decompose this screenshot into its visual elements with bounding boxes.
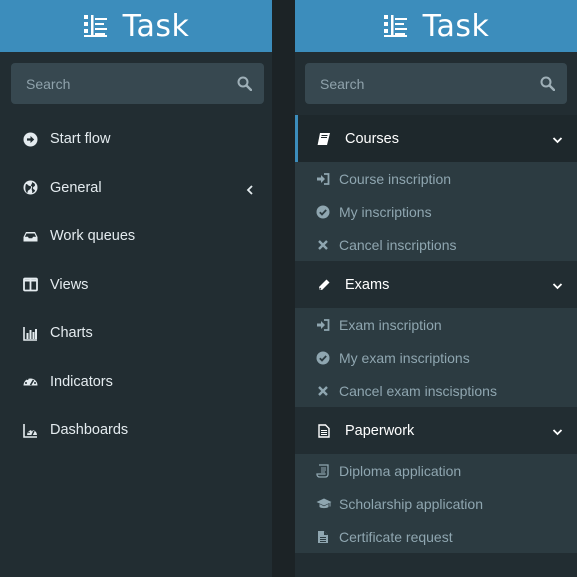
- submenu-paperwork: Diploma application Scholarship applicat…: [295, 454, 577, 553]
- submenu-item-certificate-request[interactable]: Certificate request: [295, 520, 577, 553]
- submenu-item-label: Diploma application: [339, 462, 462, 479]
- inbox-icon: [23, 229, 38, 244]
- chevron-left-icon: [245, 183, 255, 195]
- chevron-down-icon: [552, 133, 563, 144]
- submenu-exams: Exam inscription My exam inscriptions Ca…: [295, 308, 577, 407]
- left-sidebar: Task Search Start flow General Work queu…: [0, 0, 272, 577]
- check-circle-icon: [316, 351, 330, 365]
- right-sidebar: Task Search Courses Course inscription M…: [295, 0, 577, 577]
- submenu-item-diploma-application[interactable]: Diploma application: [295, 454, 577, 487]
- bar-chart-icon: [23, 326, 38, 341]
- menu-item-work-queues[interactable]: Work queues: [0, 212, 272, 261]
- times-icon: [316, 384, 330, 398]
- list-icon: [83, 13, 109, 39]
- book-icon: [317, 132, 331, 146]
- brand-header[interactable]: Task: [0, 0, 272, 52]
- menu-group-label: Paperwork: [345, 422, 415, 439]
- dashboard-chart-icon: [23, 423, 38, 438]
- submenu-item-label: Course inscription: [339, 170, 452, 187]
- search-icon[interactable]: [237, 76, 253, 92]
- menu-item-dashboards[interactable]: Dashboards: [0, 406, 272, 455]
- menu-group-label: Exams: [345, 276, 390, 293]
- search-placeholder: Search: [320, 75, 365, 92]
- main-menu: Start flow General Work queues Views Cha…: [0, 115, 272, 455]
- submenu-item-cancel-inscriptions[interactable]: Cancel inscriptions: [295, 228, 577, 261]
- menu-item-label: Views: [50, 276, 89, 293]
- submenu-item-exam-inscription[interactable]: Exam inscription: [295, 308, 577, 341]
- sign-in-icon: [316, 172, 330, 186]
- submenu-item-my-exam-inscriptions[interactable]: My exam inscriptions: [295, 341, 577, 374]
- chevron-down-icon: [552, 279, 563, 290]
- graduation-cap-icon: [316, 497, 332, 511]
- arrow-circle-right-icon: [23, 132, 38, 147]
- check-circle-icon: [316, 205, 330, 219]
- submenu-item-label: Exam inscription: [339, 316, 442, 333]
- menu-item-general[interactable]: General: [0, 164, 272, 213]
- brand-title: Task: [422, 8, 490, 44]
- menu-group-courses[interactable]: Courses: [295, 115, 577, 162]
- menu-item-label: Charts: [50, 325, 93, 342]
- submenu-item-my-inscriptions[interactable]: My inscriptions: [295, 195, 577, 228]
- file-text-icon: [317, 423, 331, 438]
- brand-title: Task: [122, 8, 190, 44]
- menu-item-label: Work queues: [50, 228, 136, 245]
- menu-item-start-flow[interactable]: Start flow: [0, 115, 272, 164]
- menu-item-indicators[interactable]: Indicators: [0, 358, 272, 407]
- submenu-item-label: Scholarship application: [339, 495, 483, 512]
- submenu-item-scholarship-application[interactable]: Scholarship application: [295, 487, 577, 520]
- submenu-item-label: My inscriptions: [339, 203, 432, 220]
- dashboard-gauge-icon: [23, 374, 38, 389]
- brand-header[interactable]: Task: [295, 0, 577, 52]
- globe-icon: [23, 180, 38, 195]
- menu-group-exams[interactable]: Exams: [295, 261, 577, 308]
- file-icon: [316, 530, 330, 544]
- submenu-item-label: Cancel inscriptions: [339, 236, 457, 253]
- submenu-item-label: Cancel exam inscisptions: [339, 382, 497, 399]
- menu-group-label: Courses: [345, 130, 399, 147]
- search-input[interactable]: Search: [11, 63, 264, 104]
- search-input[interactable]: Search: [305, 63, 567, 104]
- menu-group-paperwork[interactable]: Paperwork: [295, 407, 577, 454]
- submenu-item-label: My exam inscriptions: [339, 349, 470, 366]
- chevron-down-icon: [552, 425, 563, 436]
- columns-icon: [23, 277, 38, 292]
- submenu-item-cancel-exam-inscriptions[interactable]: Cancel exam inscisptions: [295, 374, 577, 407]
- pencil-icon: [317, 278, 331, 292]
- menu-item-charts[interactable]: Charts: [0, 309, 272, 358]
- submenu-courses: Course inscription My inscriptions Cance…: [295, 162, 577, 261]
- list-icon: [383, 13, 409, 39]
- menu-item-label: General: [50, 179, 102, 196]
- search-icon[interactable]: [540, 76, 556, 92]
- submenu-item-course-inscription[interactable]: Course inscription: [295, 162, 577, 195]
- menu-item-label: Indicators: [50, 373, 113, 390]
- menu-item-label: Start flow: [50, 131, 111, 148]
- times-icon: [316, 238, 330, 252]
- scroll-icon: [316, 463, 330, 478]
- menu-item-label: Dashboards: [50, 422, 129, 439]
- search-placeholder: Search: [26, 75, 71, 92]
- sign-in-icon: [316, 318, 330, 332]
- menu-item-views[interactable]: Views: [0, 261, 272, 310]
- submenu-item-label: Certificate request: [339, 528, 453, 545]
